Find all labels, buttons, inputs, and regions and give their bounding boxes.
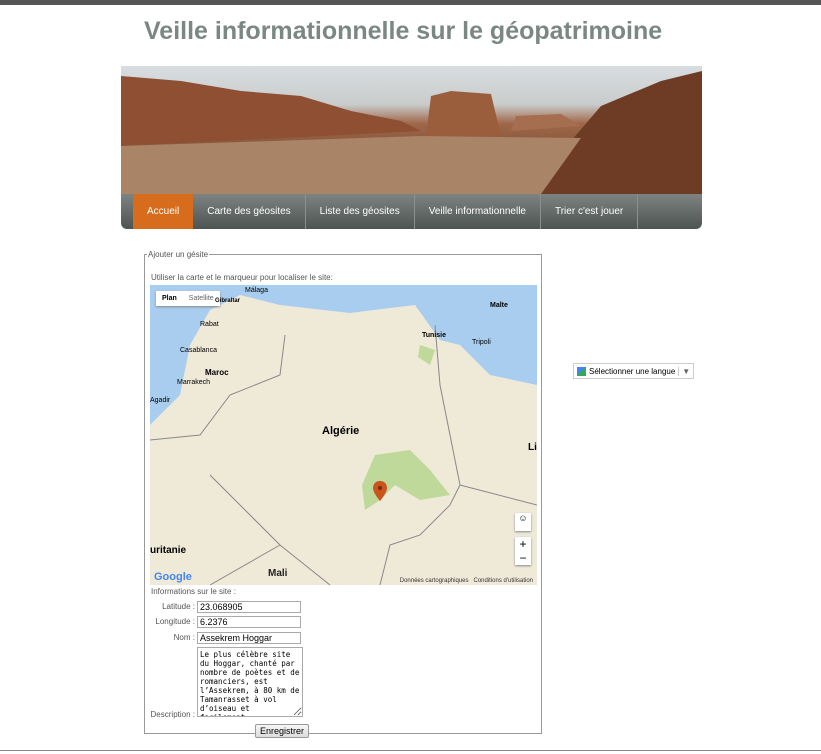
nav-liste-geosites[interactable]: Liste des géosites <box>306 194 415 229</box>
top-bar <box>0 0 821 5</box>
map-marker-icon[interactable] <box>373 481 387 503</box>
map-attribution: Données cartographiques Conditions d'uti… <box>400 578 533 584</box>
map-type-plan[interactable]: Plan <box>156 291 183 306</box>
map-hint: Utiliser la carte et le marqueur pour lo… <box>151 273 333 282</box>
info-title: Informations sur le site : <box>151 587 236 596</box>
map-type-control: Plan Satellite <box>156 291 220 306</box>
google-logo: Google <box>154 571 192 583</box>
terms-link[interactable]: Conditions d'utilisation <box>473 578 533 584</box>
map-label: Algérie <box>322 425 360 437</box>
nav-trier[interactable]: Trier c'est jouer <box>541 194 639 229</box>
street-view-pegman-icon[interactable]: ☺ <box>515 513 531 531</box>
map-label: Tripoli <box>472 339 491 346</box>
map-label: Malte <box>490 302 508 309</box>
zoom-in-button[interactable]: + <box>515 537 531 551</box>
nom-label: Nom : <box>173 633 195 642</box>
map-label: Málaga <box>245 287 268 294</box>
main-nav: Accueil Carte des géosites Liste des géo… <box>121 194 702 229</box>
header-banner-image <box>121 66 702 194</box>
map[interactable]: Plan Satellite Málaga Gibraltar Rabat Ca… <box>150 285 537 585</box>
desert-landscape <box>121 71 702 194</box>
site-title: Veille informationnelle sur le géopatrim… <box>144 17 663 45</box>
latitude-input[interactable] <box>197 601 301 613</box>
bottom-rule <box>0 750 821 751</box>
map-label: Tunisie <box>422 332 446 339</box>
map-label: Marrakech <box>177 379 211 386</box>
latitude-label: Latitude : <box>162 602 195 611</box>
map-label: uritanie <box>150 545 187 556</box>
description-label: Description : <box>150 710 195 719</box>
google-translate-icon <box>577 366 586 376</box>
map-label: Li <box>528 442 537 453</box>
dropdown-arrow-icon: ▼ <box>678 366 690 376</box>
language-selector[interactable]: Sélectionner une langue ▼ <box>573 363 695 379</box>
map-label: Casablanca <box>180 347 217 354</box>
nom-input[interactable] <box>197 632 301 644</box>
map-data-link[interactable]: Données cartographiques <box>400 578 469 584</box>
language-label: Sélectionner une langue <box>589 366 676 376</box>
longitude-label: Longitude : <box>155 617 195 626</box>
zoom-control: + − <box>515 537 531 565</box>
map-label: Gibraltar <box>215 298 241 304</box>
nav-veille[interactable]: Veille informationnelle <box>415 194 541 229</box>
map-label: Agadir <box>150 397 171 404</box>
map-label: Rabat <box>200 321 219 328</box>
nav-carte-geosites[interactable]: Carte des géosites <box>193 194 306 229</box>
map-label-mali: Mali <box>268 568 288 579</box>
map-label: Maroc <box>205 368 229 377</box>
description-textarea[interactable]: Le plus célèbre site du Hoggar, chanté p… <box>197 647 303 717</box>
form-legend: Ajouter un gésite <box>148 250 209 259</box>
save-button[interactable]: Enregistrer <box>255 724 310 738</box>
zoom-out-button[interactable]: − <box>515 551 531 565</box>
add-geosite-form: Ajouter un gésite Utiliser la carte et l… <box>144 250 542 738</box>
nav-accueil[interactable]: Accueil <box>133 194 194 229</box>
longitude-input[interactable] <box>197 616 301 628</box>
